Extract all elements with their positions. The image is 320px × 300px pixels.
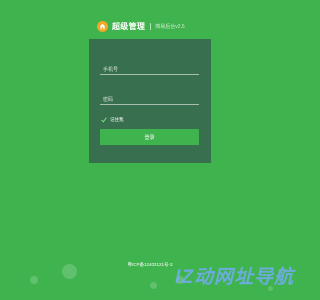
remember-me-checkbox[interactable]: 记住我 bbox=[101, 117, 124, 123]
phone-input[interactable] bbox=[100, 62, 199, 78]
login-panel: 记住我 登录 bbox=[89, 39, 211, 163]
app-subtitle: 简易后台v2.5 bbox=[155, 23, 185, 30]
background-bubble bbox=[150, 282, 157, 289]
header-divider bbox=[150, 22, 152, 30]
site-watermark: IZ动网址导航 bbox=[175, 267, 294, 288]
phone-field-wrapper bbox=[100, 58, 199, 78]
password-field-wrapper bbox=[100, 88, 199, 108]
background-bubble bbox=[30, 276, 38, 284]
password-input[interactable] bbox=[100, 92, 199, 108]
checkmark-icon bbox=[101, 117, 107, 123]
remember-me-label: 记住我 bbox=[110, 117, 124, 122]
login-button[interactable]: 登录 bbox=[100, 129, 199, 145]
app-title: 超级管理 bbox=[112, 21, 146, 31]
house-icon bbox=[97, 20, 108, 32]
app-header: 超级管理 简易后台v2.5 bbox=[97, 19, 185, 33]
